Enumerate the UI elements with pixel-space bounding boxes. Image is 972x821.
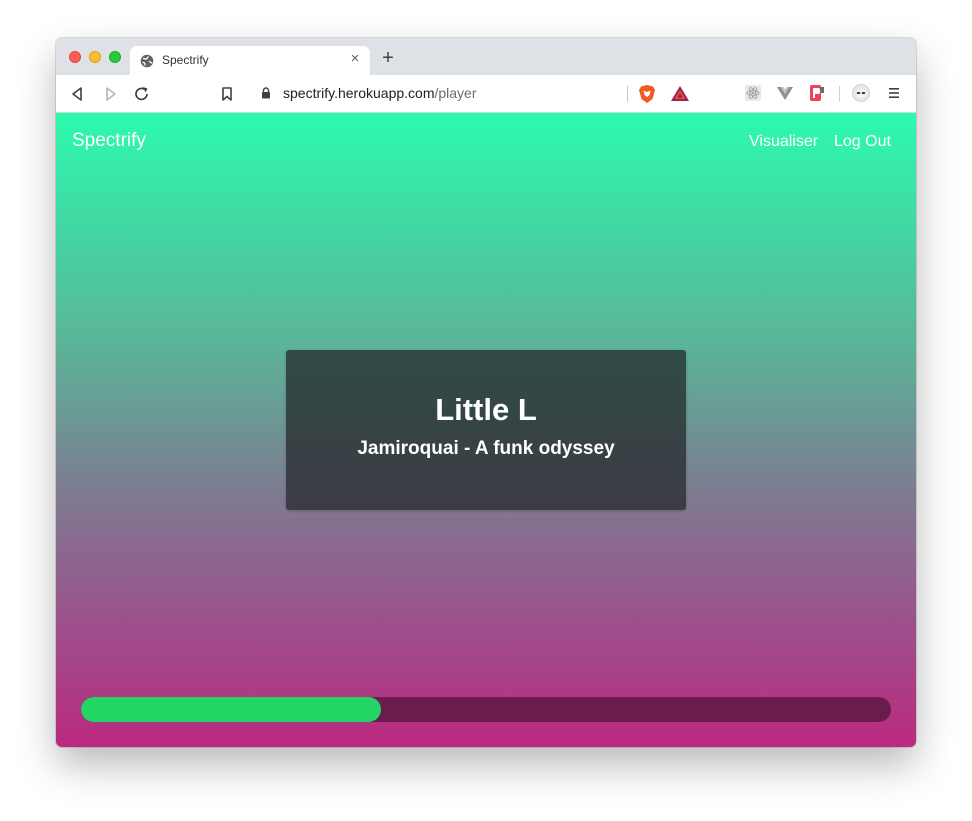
minimize-window-button[interactable] — [89, 51, 101, 63]
address-bar[interactable]: spectrify.herokuapp.com/player — [249, 80, 697, 107]
app-brand[interactable]: Spectrify — [72, 130, 146, 152]
close-tab-icon[interactable]: × — [346, 50, 364, 68]
visualiser-link[interactable]: Visualiser — [749, 133, 818, 151]
logout-link[interactable]: Log Out — [834, 133, 891, 151]
menu-icon[interactable] — [885, 84, 903, 102]
brave-rewards-icon[interactable] — [670, 85, 690, 102]
bookmark-icon[interactable] — [217, 84, 237, 104]
brave-shields-icon[interactable] — [638, 84, 656, 104]
vue-devtools-icon[interactable] — [776, 84, 794, 102]
zoom-window-button[interactable] — [109, 51, 121, 63]
playback-progress-bar[interactable] — [81, 697, 891, 722]
close-window-button[interactable] — [69, 51, 81, 63]
back-icon[interactable] — [68, 84, 88, 104]
tab-strip: Spectrify × + — [56, 38, 916, 75]
forward-icon[interactable] — [100, 84, 120, 104]
react-devtools-icon[interactable] — [744, 84, 762, 102]
browser-window: Spectrify × + spectrify.herokuapp.com/pl… — [56, 38, 916, 747]
toolbar-divider — [839, 86, 840, 102]
progress-fill — [81, 697, 381, 722]
track-title: Little L — [435, 392, 537, 427]
globe-icon — [140, 54, 154, 68]
address-bar-divider — [627, 86, 628, 102]
lock-icon — [262, 87, 270, 99]
track-artist-album: Jamiroquai - A funk odyssey — [357, 438, 615, 459]
now-playing-card: Little L Jamiroquai - A funk odyssey — [286, 350, 686, 510]
tab-spectrify[interactable]: Spectrify × — [130, 46, 370, 75]
browser-toolbar: spectrify.herokuapp.com/player — [56, 75, 916, 113]
url-host: spectrify.herokuapp.com — [283, 85, 435, 101]
url-text[interactable]: spectrify.herokuapp.com/player — [283, 85, 477, 101]
tab-title: Spectrify — [162, 53, 209, 67]
profile-avatar-icon[interactable] — [852, 84, 870, 102]
pocket-extension-icon[interactable] — [808, 84, 826, 102]
reload-icon[interactable] — [132, 84, 152, 104]
new-tab-button[interactable]: + — [379, 48, 397, 68]
url-path: /player — [434, 85, 477, 101]
player-page: Spectrify Visualiser Log Out Little L Ja… — [56, 113, 916, 747]
